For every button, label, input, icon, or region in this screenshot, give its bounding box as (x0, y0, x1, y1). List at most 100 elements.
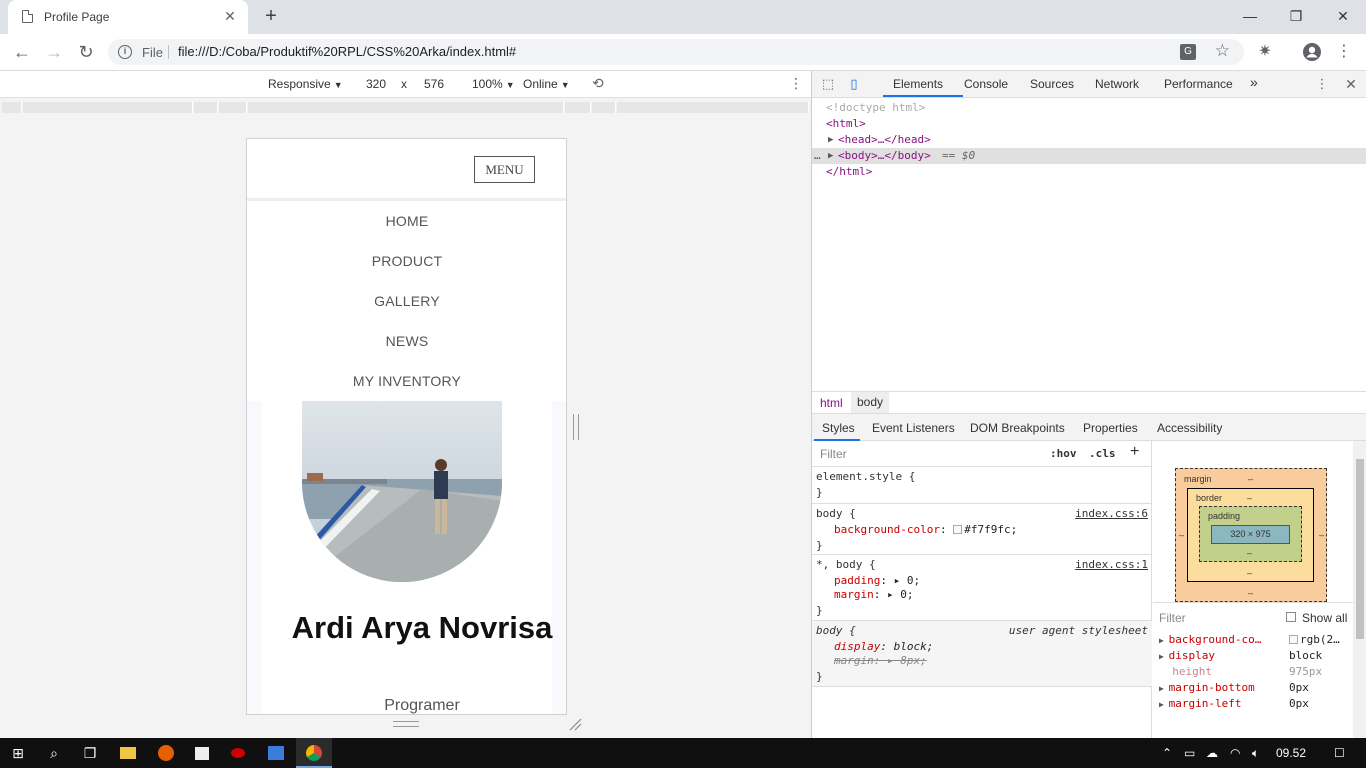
inspect-element-icon[interactable]: ⬚ (820, 76, 836, 92)
media-query-bar[interactable] (0, 98, 811, 118)
extension-icon[interactable]: ✷ (1255, 42, 1275, 62)
dom-body[interactable]: <body>…</body> (838, 148, 931, 164)
tab-event-listeners[interactable]: Event Listeners (872, 421, 955, 435)
viewport-width-input[interactable]: 320 (366, 77, 386, 91)
tab-network[interactable]: Network (1095, 77, 1139, 91)
breadcrumb-body[interactable]: body (851, 392, 890, 413)
devtools-close-icon[interactable]: ✕ (1343, 76, 1359, 92)
new-tab-button[interactable]: + (260, 6, 282, 28)
declaration[interactable]: margin: ▸ 0; (834, 587, 914, 603)
rule-selector[interactable]: body { (816, 506, 856, 522)
task-view-icon[interactable]: ❐ (72, 738, 108, 768)
color-swatch[interactable] (953, 525, 963, 534)
menu-button[interactable]: MENU (474, 156, 535, 183)
translate-icon[interactable]: G (1180, 44, 1196, 60)
device-options-icon[interactable]: ⋮ (789, 75, 803, 92)
tab-properties[interactable]: Properties (1083, 421, 1138, 435)
computed-prop-row[interactable]: ▶ display block (1159, 648, 1353, 665)
minimize-button[interactable]: — (1227, 5, 1273, 29)
rule-selector[interactable]: body { (816, 623, 856, 639)
computed-prop-row[interactable]: ▶ margin-bottom 0px (1159, 680, 1353, 697)
editor-icon[interactable] (258, 738, 294, 768)
more-tabs-icon[interactable]: » (1250, 74, 1258, 90)
start-icon[interactable]: ⊞ (0, 738, 36, 768)
tab-dom-breakpoints[interactable]: DOM Breakpoints (970, 421, 1065, 435)
resize-handle-bottom[interactable] (393, 721, 419, 727)
rule-source-link[interactable]: index.css:6 (1075, 506, 1148, 522)
maximize-button[interactable]: ❐ (1273, 5, 1319, 29)
wifi-icon[interactable]: ◠ (1230, 746, 1240, 760)
computed-filter-input[interactable]: Filter (1159, 611, 1186, 625)
scrollbar-thumb[interactable] (1356, 459, 1364, 639)
reload-button[interactable]: ↻ (74, 41, 98, 63)
notification-icon[interactable]: ☐ (1334, 746, 1345, 760)
tab-accessibility[interactable]: Accessibility (1157, 421, 1222, 435)
dom-html-open[interactable]: <html> (826, 116, 866, 132)
rule-source-link[interactable]: index.css:1 (1075, 557, 1148, 573)
clock[interactable]: 09.52 (1276, 746, 1306, 760)
dom-html-close[interactable]: </html> (826, 164, 872, 180)
profile-avatar-icon[interactable] (1302, 42, 1322, 62)
resize-corner-icon[interactable] (568, 717, 582, 731)
chrome-taskbar-icon[interactable] (296, 738, 332, 768)
viewport-height-input[interactable]: 576 (424, 77, 444, 91)
device-mode-select[interactable]: Responsive ▼ (268, 77, 343, 91)
devtools-menu-icon[interactable]: ⋮ (1314, 76, 1330, 92)
zoom-select[interactable]: 100% ▼ (472, 77, 515, 91)
forward-button[interactable]: → (42, 41, 66, 63)
device-toggle-icon[interactable]: ▯ (846, 76, 862, 92)
computed-prop-row[interactable]: ▶ background-co… rgb(2… (1159, 632, 1353, 649)
url-text[interactable]: file:///D:/Coba/Produktif%20RPL/CSS%20Ar… (178, 44, 516, 59)
expand-body-icon[interactable]: ▶ (828, 148, 833, 164)
close-window-button[interactable]: ✕ (1320, 5, 1366, 29)
search-icon[interactable]: ⌕ (36, 738, 72, 768)
onedrive-icon[interactable]: ☁ (1206, 746, 1218, 760)
battery-icon[interactable]: ▭ (1184, 746, 1195, 760)
nav-product[interactable]: PRODUCT (247, 241, 566, 281)
volume-icon[interactable]: 🔈︎ (1252, 746, 1259, 761)
show-all-checkbox[interactable] (1286, 612, 1296, 622)
styles-filter-input[interactable]: Filter (820, 447, 847, 461)
tab-styles[interactable]: Styles (822, 421, 855, 435)
tab-sources[interactable]: Sources (1030, 77, 1074, 91)
nav-gallery[interactable]: GALLERY (247, 281, 566, 321)
resize-handle-right[interactable] (573, 414, 579, 440)
styles-scrollbar[interactable] (1353, 441, 1366, 738)
expand-head-icon[interactable]: ▶ (828, 132, 833, 148)
browser-tab[interactable]: Profile Page ✕ (8, 0, 248, 34)
rule-selector[interactable]: *, body { (816, 557, 876, 573)
computed-prop-row[interactable]: height 975px (1159, 664, 1353, 680)
dom-head[interactable]: <head>…</head> (838, 132, 931, 148)
hover-state-toggle[interactable]: :hov (1050, 447, 1077, 460)
network-throttle-select[interactable]: Online ▼ (523, 77, 570, 91)
dimension-separator: x (401, 77, 407, 91)
rotate-icon[interactable]: ⟲ (592, 75, 604, 92)
file-explorer-icon[interactable] (110, 738, 146, 768)
tab-close-icon[interactable]: ✕ (222, 8, 238, 24)
box-model-content[interactable]: 320 × 975 (1211, 525, 1290, 544)
declaration[interactable]: background-color: #f7f9fc; (834, 522, 1017, 538)
dom-doctype[interactable]: <!doctype html> (826, 100, 925, 116)
nav-my-inventory[interactable]: MY INVENTORY (247, 361, 566, 401)
chrome-menu-icon[interactable]: ⋮ (1334, 42, 1354, 62)
breadcrumb-html[interactable]: html (820, 396, 843, 410)
new-rule-button[interactable]: + (1130, 443, 1139, 461)
tab-elements[interactable]: Elements (893, 77, 943, 91)
node-actions-icon[interactable]: … (814, 148, 821, 164)
nav-news[interactable]: NEWS (247, 321, 566, 361)
overridden-declaration[interactable]: margin: ▸ 8px; (834, 653, 927, 669)
bookmark-star-icon[interactable]: ☆ (1215, 41, 1230, 61)
tab-console[interactable]: Console (964, 77, 1008, 91)
back-button[interactable]: ← (10, 41, 34, 63)
tray-overflow-icon[interactable]: ⌃ (1162, 746, 1172, 760)
app-icon[interactable] (220, 738, 256, 768)
info-icon[interactable]: i (118, 45, 132, 59)
firefox-icon[interactable] (148, 738, 184, 768)
rule-selector[interactable]: element.style { (816, 469, 915, 485)
nav-home[interactable]: HOME (247, 201, 566, 241)
class-toggle[interactable]: .cls (1089, 447, 1116, 460)
tab-performance[interactable]: Performance (1164, 77, 1233, 91)
address-bar[interactable]: i File file:///D:/Coba/Produktif%20RPL/C… (108, 39, 1244, 65)
store-icon[interactable] (184, 738, 220, 768)
computed-prop-row[interactable]: ▶ margin-left 0px (1159, 696, 1353, 713)
